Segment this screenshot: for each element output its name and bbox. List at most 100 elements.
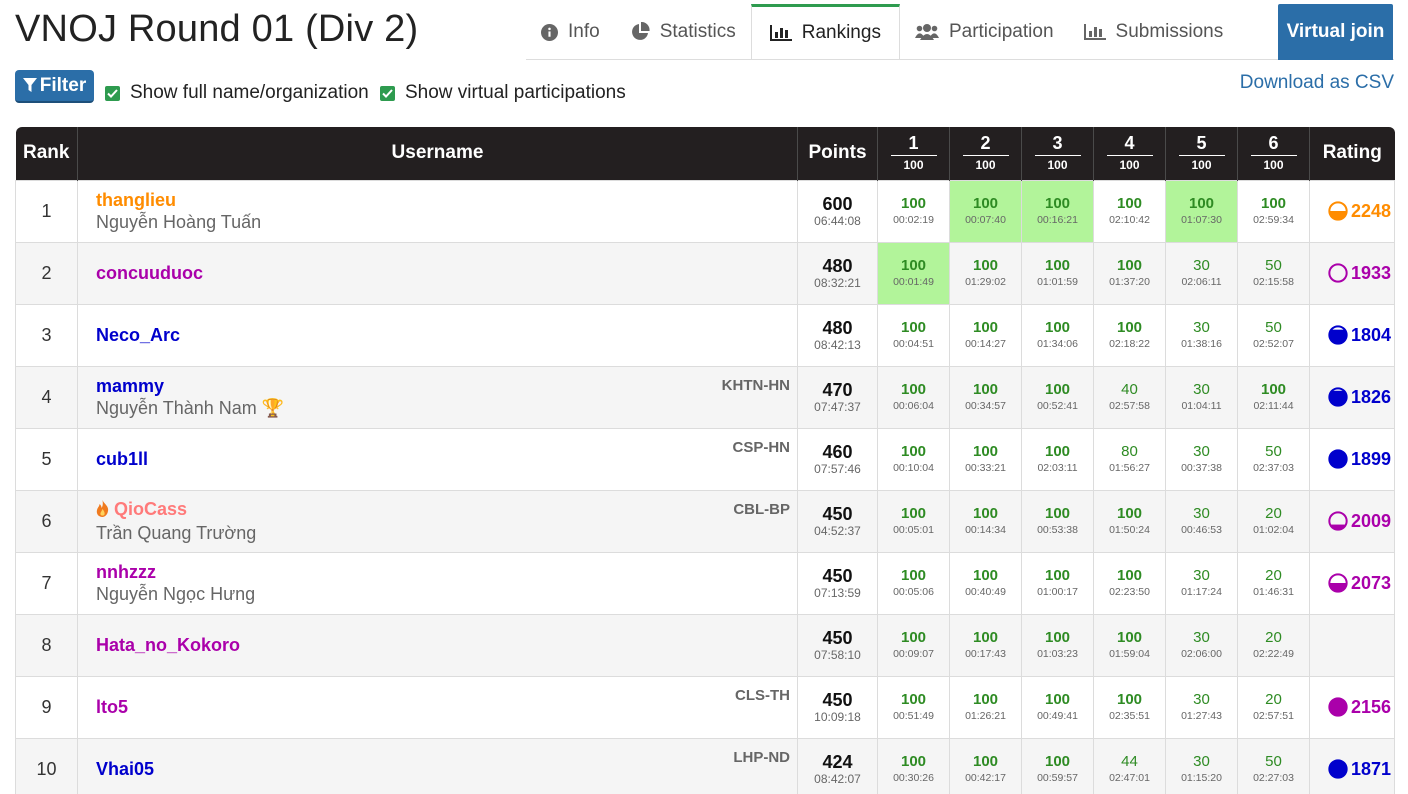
problem-score-cell[interactable]: 20 02:57:51 — [1237, 675, 1310, 739]
problem-header-1[interactable]: 1 100 — [877, 127, 950, 180]
problem-score-cell[interactable]: 100 00:30:26 — [877, 737, 950, 794]
problem-score-cell[interactable]: 100 00:42:17 — [949, 737, 1022, 794]
filter-button[interactable]: Filter — [15, 70, 94, 103]
problem-score-cell[interactable]: 100 00:06:04 — [877, 365, 950, 429]
virtual-join-button[interactable]: Virtual join — [1278, 4, 1393, 60]
problem-header-3[interactable]: 3 100 — [1021, 127, 1094, 180]
problem-score-cell[interactable]: 100 01:34:06 — [1021, 303, 1094, 367]
problem-score-cell[interactable]: 100 00:49:41 — [1021, 675, 1094, 739]
problem-score-cell[interactable]: 30 01:04:11 — [1165, 365, 1238, 429]
problem-score-cell[interactable]: 100 00:40:49 — [949, 551, 1022, 615]
username-link[interactable]: concuuduoc — [96, 263, 797, 284]
rating-number: 2009 — [1351, 510, 1392, 531]
problem-score-cell[interactable]: 100 00:14:27 — [949, 303, 1022, 367]
problem-score-cell[interactable]: 100 01:00:17 — [1021, 551, 1094, 615]
user-cell: Neco_Arc — [77, 303, 798, 367]
tab-submissions[interactable]: Submissions — [1069, 4, 1239, 60]
problem-score-cell[interactable]: 44 02:47:01 — [1093, 737, 1166, 794]
problem-score-cell[interactable]: 100 00:33:21 — [949, 427, 1022, 491]
username-link[interactable]: thanglieu — [96, 190, 797, 211]
problem-score-cell[interactable]: 100 01:26:21 — [949, 675, 1022, 739]
problem-score-cell[interactable]: 50 02:37:03 — [1237, 427, 1310, 491]
points-header[interactable]: Points — [797, 127, 878, 180]
problem-score-cell[interactable]: 100 00:05:01 — [877, 489, 950, 553]
problem-score-cell[interactable]: 30 01:17:24 — [1165, 551, 1238, 615]
username-link[interactable]: QioCass — [96, 499, 797, 522]
problem-score-cell[interactable]: 30 02:06:11 — [1165, 241, 1238, 305]
problem-score-cell[interactable]: 30 01:38:16 — [1165, 303, 1238, 367]
username-link[interactable]: lto5 — [96, 697, 797, 718]
problem-score-cell[interactable]: 100 00:17:43 — [949, 613, 1022, 677]
problem-score-cell[interactable]: 100 00:10:04 — [877, 427, 950, 491]
problem-score-cell[interactable]: 100 02:59:34 — [1237, 179, 1310, 243]
problem-score-cell[interactable]: 30 00:37:38 — [1165, 427, 1238, 491]
problem-score-cell[interactable]: 100 00:52:41 — [1021, 365, 1094, 429]
username-link[interactable]: mammy — [96, 376, 797, 397]
download-csv-link[interactable]: Download as CSV — [1240, 72, 1394, 94]
problem-score-cell[interactable]: 100 00:14:34 — [949, 489, 1022, 553]
problem-score-cell[interactable]: 100 00:51:49 — [877, 675, 950, 739]
problem-score-cell[interactable]: 100 01:07:30 — [1165, 179, 1238, 243]
problem-score-cell[interactable]: 100 01:37:20 — [1093, 241, 1166, 305]
problem-score-cell[interactable]: 100 00:05:06 — [877, 551, 950, 615]
username-header[interactable]: Username — [77, 127, 798, 180]
username-link[interactable]: cub1ll — [96, 449, 797, 470]
problem-score-cell[interactable]: 40 02:57:58 — [1093, 365, 1166, 429]
problem-score-cell[interactable]: 30 01:15:20 — [1165, 737, 1238, 794]
organization-link[interactable]: KHTN-HN — [722, 377, 790, 394]
username-link[interactable]: Hata_no_Kokoro — [96, 635, 797, 656]
tab-info[interactable]: Info — [526, 4, 615, 60]
problem-score-cell[interactable]: 20 01:02:04 — [1237, 489, 1310, 553]
problem-score-cell[interactable]: 30 02:06:00 — [1165, 613, 1238, 677]
problem-score-cell[interactable]: 100 01:50:24 — [1093, 489, 1166, 553]
problem-header-5[interactable]: 5 100 — [1165, 127, 1238, 180]
problem-score-cell[interactable]: 100 01:01:59 — [1021, 241, 1094, 305]
organization-link[interactable]: CLS-TH — [735, 687, 790, 704]
problem-score: 100 — [900, 319, 927, 336]
problem-score-cell[interactable]: 50 02:15:58 — [1237, 241, 1310, 305]
username-link[interactable]: nnhzzz — [96, 562, 797, 583]
problem-score-cell[interactable]: 100 00:09:07 — [877, 613, 950, 677]
ranking-body: 1 thanglieu Nguyễn Hoàng Tuấn 600 06:44:08 10… — [15, 179, 1395, 794]
problem-score-cell[interactable]: 100 02:10:42 — [1093, 179, 1166, 243]
problem-score-cell[interactable]: 100 02:35:51 — [1093, 675, 1166, 739]
problem-header-2[interactable]: 2 100 — [949, 127, 1022, 180]
problem-score-cell[interactable]: 80 01:56:27 — [1093, 427, 1166, 491]
problem-score-cell[interactable]: 20 02:22:49 — [1237, 613, 1310, 677]
problem-score-cell[interactable]: 30 00:46:53 — [1165, 489, 1238, 553]
show-virtual-checkbox[interactable]: Show virtual participations — [380, 82, 626, 104]
problem-score-cell[interactable]: 100 00:34:57 — [949, 365, 1022, 429]
problem-score-cell[interactable]: 100 00:53:38 — [1021, 489, 1094, 553]
tab-rankings[interactable]: Rankings — [750, 4, 900, 60]
username-link[interactable]: Vhai05 — [96, 759, 797, 780]
problem-score-cell[interactable]: 30 01:27:43 — [1165, 675, 1238, 739]
tab-statistics[interactable]: Statistics — [615, 4, 751, 60]
problem-score-cell[interactable]: 100 00:59:57 — [1021, 737, 1094, 794]
problem-score-cell[interactable]: 20 01:46:31 — [1237, 551, 1310, 615]
organization-link[interactable]: CSP-HN — [732, 439, 790, 456]
show-full-name-checkbox[interactable]: Show full name/organization — [105, 82, 369, 104]
organization-link[interactable]: LHP-ND — [733, 749, 790, 766]
problem-score-cell[interactable]: 100 02:23:50 — [1093, 551, 1166, 615]
problem-score-cell[interactable]: 50 02:52:07 — [1237, 303, 1310, 367]
problem-score-cell[interactable]: 100 01:29:02 — [949, 241, 1022, 305]
problem-score-cell[interactable]: 100 02:03:11 — [1021, 427, 1094, 491]
problem-header-6[interactable]: 6 100 — [1237, 127, 1310, 180]
problem-header-4[interactable]: 4 100 — [1093, 127, 1166, 180]
problem-score-cell[interactable]: 100 01:03:23 — [1021, 613, 1094, 677]
problem-score-cell[interactable]: 50 02:27:03 — [1237, 737, 1310, 794]
problem-score-cell[interactable]: 100 02:18:22 — [1093, 303, 1166, 367]
problem-score-cell[interactable]: 100 01:59:04 — [1093, 613, 1166, 677]
rating-header[interactable]: Rating — [1310, 127, 1395, 180]
problem-score-cell[interactable]: 100 00:01:49 — [877, 241, 950, 305]
tab-participation[interactable]: Participation — [900, 4, 1069, 60]
problem-score-cell[interactable]: 100 00:04:51 — [877, 303, 950, 367]
organization-link[interactable]: CBL-BP — [733, 501, 790, 518]
rank-header[interactable]: Rank — [15, 127, 78, 180]
problem-score-cell[interactable]: 100 00:07:40 — [949, 179, 1022, 243]
username-link[interactable]: Neco_Arc — [96, 325, 797, 346]
problem-time: 00:07:40 — [965, 214, 1006, 226]
problem-score-cell[interactable]: 100 00:16:21 — [1021, 179, 1094, 243]
problem-score-cell[interactable]: 100 00:02:19 — [877, 179, 950, 243]
problem-score-cell[interactable]: 100 02:11:44 — [1237, 365, 1310, 429]
